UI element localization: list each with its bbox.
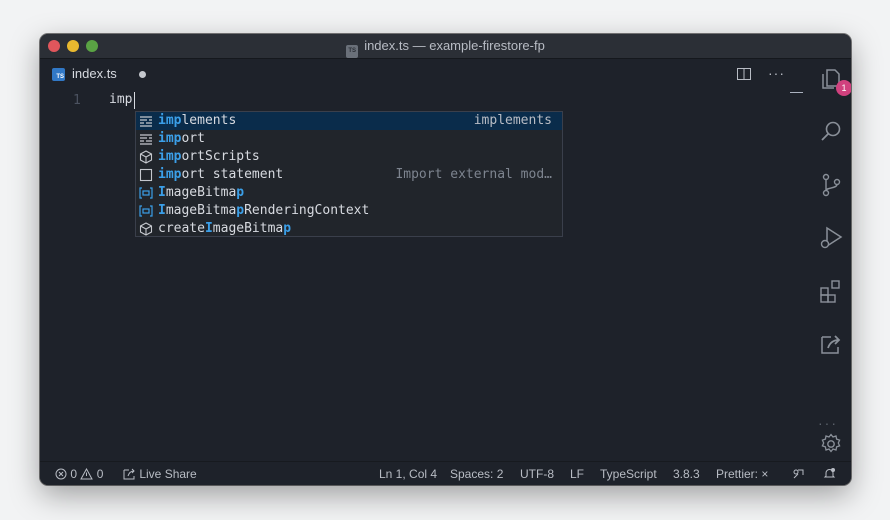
split-editor-icon[interactable] [737,68,751,80]
suggestion-item[interactable]: ImageBitmapRenderingContext [136,202,562,220]
indentation[interactable]: Spaces: 2 [450,467,503,481]
typescript-file-icon: TS [52,68,65,81]
code-line[interactable]: imp [109,92,132,107]
tab-index-ts[interactable]: TS index.ts [40,59,155,89]
suggestion-item[interactable]: importScripts [136,148,562,166]
line-number: 1 [73,93,81,108]
tab-label: index.ts [72,66,117,81]
suggestion-label: createImageBitmap [158,221,292,236]
method-cube-icon [139,222,153,236]
error-count: 0 [70,467,78,481]
suggestion-item[interactable]: implements implements [136,112,562,130]
editor-window: TS index.ts — example-firestore-fp TS ind… [40,34,851,485]
problems-indicator[interactable]: 0 0 [55,467,103,481]
suggestion-item[interactable]: createImageBitmap [136,220,562,238]
suggestion-label: import [158,131,205,146]
method-cube-icon [139,150,153,164]
more-actions-icon[interactable]: ··· [768,65,785,81]
notifications-bell-icon[interactable] [823,467,836,480]
suggestion-label: ImageBitmapRenderingContext [158,203,370,218]
feedback-icon[interactable] [792,468,805,480]
live-share-status[interactable]: Live Share [123,467,197,481]
unsaved-dot-icon[interactable] [139,71,146,78]
typescript-file-icon: TS [346,45,359,58]
typescript-version[interactable]: 3.8.3 [673,467,700,481]
suggestion-label: import statement [158,167,284,182]
cursor-position[interactable]: Ln 1, Col 4 [379,467,437,481]
variable-icon [139,204,153,218]
code-editor[interactable]: 1 imp implements implements import importSc… [40,89,810,461]
encoding[interactable]: UTF-8 [520,467,554,481]
prettier-status[interactable]: Prettier: × [716,467,768,481]
end-of-line[interactable]: LF [570,467,584,481]
explorer-badge: 1 [836,80,851,96]
window-title: index.ts — example-firestore-fp [364,38,545,53]
live-share-icon[interactable] [818,331,844,357]
error-icon [55,468,67,480]
suggestion-label: implements [158,113,237,128]
suggestion-detail: implements [473,113,552,128]
text-cursor [134,92,135,109]
tab-bar: TS index.ts ··· [40,59,810,89]
language-mode[interactable]: TypeScript [600,467,657,481]
extensions-icon[interactable] [818,278,844,304]
more-views-icon[interactable]: ··· [818,415,838,431]
warning-icon [80,467,94,480]
suggestion-item[interactable]: import statement Import external mod… [136,166,562,184]
title-bar: TS index.ts — example-firestore-fp [40,34,851,59]
snippet-icon [139,168,153,182]
activity-bar: 1 ··· [810,59,851,461]
run-debug-icon[interactable] [818,225,844,251]
minimap[interactable] [790,92,803,93]
suggestion-detail: Import external mod… [395,167,552,182]
keyword-icon [139,114,153,128]
live-share-icon [123,468,135,480]
autocomplete-suggest-widget: implements implements import importScripts i… [135,111,563,237]
source-control-icon[interactable] [818,172,844,198]
variable-icon [139,186,153,200]
suggestion-item[interactable]: ImageBitmap [136,184,562,202]
settings-gear-icon[interactable] [818,431,844,457]
suggestion-item[interactable]: import [136,130,562,148]
warning-count: 0 [96,467,104,481]
suggestion-label: importScripts [158,149,260,164]
live-share-label: Live Share [139,467,197,481]
status-bar: 0 0 Live Share Ln 1, Col 4 Spaces: 2 UTF… [40,461,851,485]
suggestion-label: ImageBitmap [158,185,245,200]
keyword-icon [139,132,153,146]
search-icon[interactable] [818,119,844,145]
